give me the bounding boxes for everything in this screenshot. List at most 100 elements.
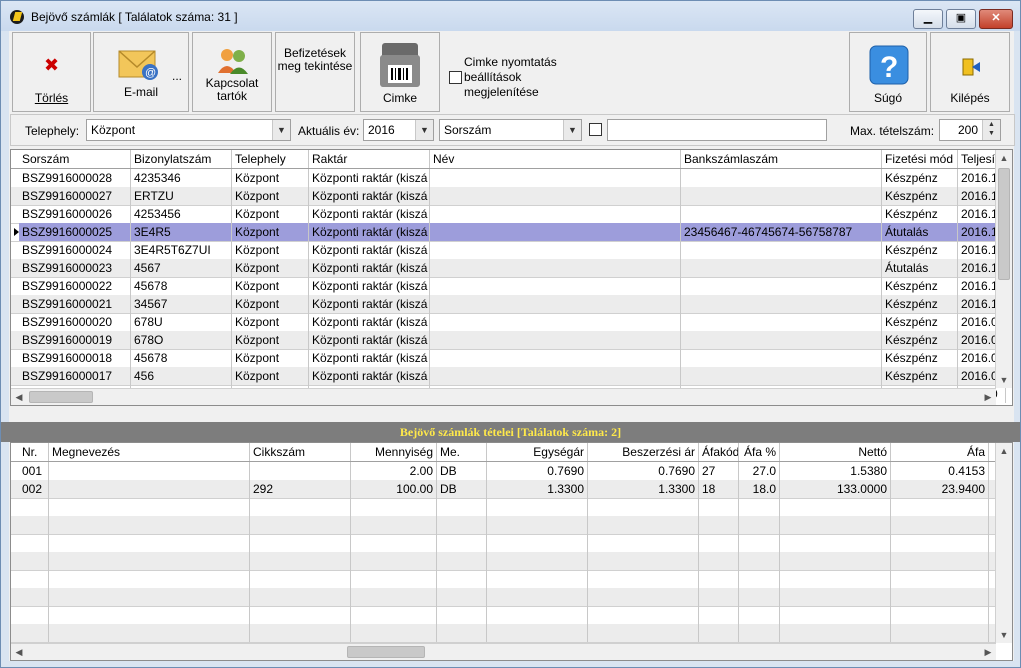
search-input[interactable] [607,119,827,141]
scroll-down-icon[interactable]: ▼ [996,627,1012,643]
column-header[interactable]: Fizetési mód [882,150,958,168]
table-cell [19,498,49,516]
table-cell: DB [437,462,487,480]
label-print-button[interactable]: Cimke [360,32,440,112]
scroll-left-icon[interactable]: ◀ [11,644,27,660]
order-select[interactable]: Sorszám ▼ [439,119,582,141]
table-cell [588,552,699,570]
items-horizontal-scrollbar[interactable]: ◀ ▶ [11,643,996,660]
items-vertical-scrollbar[interactable]: ▲ ▼ [995,443,1012,643]
column-header[interactable]: Áfa [891,443,989,461]
delete-label: Törlés [34,91,69,105]
table-cell [681,187,882,205]
exit-button[interactable]: Kilépés [930,32,1010,112]
table-row[interactable] [11,516,996,535]
table-cell: Központ [232,331,309,349]
table-row[interactable]: 002 292 100.00 DB 1.3300 1.3300 18 18.0 133.0000… [11,480,996,499]
minimize-button[interactable]: ▁ [913,9,943,29]
scroll-left-icon[interactable]: ◀ [11,389,27,405]
table-cell [739,606,780,624]
column-header[interactable]: Bankszámlaszám [681,150,882,168]
chevron-down-icon[interactable]: ▼ [563,120,581,140]
search-checkbox[interactable] [589,123,602,136]
column-header[interactable]: Áfakód [699,443,739,461]
label-settings-checkbox[interactable] [449,71,462,84]
column-header[interactable]: Egységár [487,443,588,461]
table-row[interactable]: 001 2.00 DB 0.7690 0.7690 27 27.0 1.5380 0.4153 [11,462,996,481]
year-value: 2016 [368,123,395,137]
table-row[interactable]: BSZ9916000019 678O Központ Központi raktár … [11,331,1006,350]
column-header[interactable]: Bizonylatszám [131,150,232,168]
column-header[interactable]: Áfa % [739,443,780,461]
table-row[interactable]: BSZ9916000026 4253456 Központ Központi rakt… [11,205,1006,224]
contacts-button[interactable]: Kapcsolat tartók [192,32,272,112]
table-cell [19,588,49,606]
table-row[interactable] [11,498,996,517]
column-header[interactable]: Nr. [19,443,49,461]
column-header[interactable]: Me. [437,443,487,461]
invoices-horizontal-scrollbar[interactable]: ◀ ▶ [11,388,996,405]
invoices-vertical-scrollbar[interactable]: ▲ ▼ [995,150,1012,388]
table-row[interactable]: BSZ9916000017 456 Központ Központi raktár (… [11,367,1006,386]
email-more[interactable]: ... [172,69,182,83]
scroll-down-icon[interactable]: ▼ [996,372,1012,388]
table-row[interactable]: BSZ9916000027 ERTZU Központ Központi raktár… [11,187,1006,206]
column-header[interactable]: Beszerzési ár [588,443,699,461]
table-row[interactable]: BSZ9916000025 3E4R5 Központ Központi raktár… [11,223,1006,242]
table-cell [430,223,681,241]
table-cell [250,624,351,642]
column-header[interactable]: Megnevezés [49,443,250,461]
column-header[interactable]: Telephely [232,150,309,168]
payments-button[interactable]: Befizetések meg tekintése [275,32,355,112]
maximize-button[interactable]: ▣ [946,9,976,29]
site-select[interactable]: Központ ▼ [86,119,291,141]
scroll-up-icon[interactable]: ▲ [996,150,1012,166]
title-bar[interactable]: Bejövő számlák [ Találatok száma: 31 ] ▁… [1,1,1020,31]
chevron-down-icon[interactable]: ▼ [415,120,433,140]
table-row[interactable] [11,534,996,553]
table-cell: BSZ9916000024 [19,241,131,259]
table-cell [19,570,49,588]
table-row[interactable] [11,552,996,571]
table-cell [780,498,891,516]
max-items-spinner[interactable]: 200 ▲ ▼ [939,119,1001,141]
table-cell [430,367,681,385]
table-row[interactable]: BSZ9916000023 4567 Központ Központi raktár … [11,259,1006,278]
table-row[interactable] [11,606,996,625]
email-button[interactable]: @ ... E-mail [93,32,189,112]
table-row[interactable]: BSZ9916000024 3E4R5T6Z7UI Központ Központi … [11,241,1006,260]
close-button[interactable]: ✕ [979,9,1013,29]
table-row[interactable]: BSZ9916000018 45678 Központ Központi raktár… [11,349,1006,368]
table-row[interactable]: BSZ9916000021 34567 Központ Központi raktár… [11,295,1006,314]
chevron-down-icon[interactable]: ▼ [272,120,290,140]
column-header[interactable]: Sorszám [19,150,131,168]
scroll-thumb[interactable] [347,646,425,658]
column-header[interactable]: Cikkszám [250,443,351,461]
column-header[interactable]: Nettó [780,443,891,461]
items-grid[interactable]: Nr. Megnevezés Cikkszám Mennyiség Me. Egységá… [10,442,1013,661]
table-row[interactable] [11,588,996,607]
scroll-right-icon[interactable]: ▶ [980,389,996,405]
scroll-right-icon[interactable]: ▶ [980,644,996,660]
scroll-thumb[interactable] [998,168,1010,280]
invoices-grid[interactable]: Sorszám Bizonylatszám Telephely Raktár Név Ba… [10,149,1013,406]
table-row[interactable]: BSZ9916000022 45678 Központ Központi raktár… [11,277,1006,296]
table-row[interactable]: BSZ9916000020 678U Központ Központi raktár … [11,313,1006,332]
table-cell [681,259,882,277]
help-button[interactable]: ? Súgó [849,32,927,112]
column-header[interactable]: Név [430,150,681,168]
scroll-thumb[interactable] [29,391,93,403]
column-header[interactable]: Mennyiség [351,443,437,461]
delete-icon: ✖ [44,55,60,75]
year-select[interactable]: 2016 ▼ [363,119,434,141]
spinner-arrows-icon[interactable]: ▲ ▼ [982,120,1000,140]
column-header[interactable]: Raktár [309,150,430,168]
table-row[interactable]: BSZ9916000028 4235346 Központ Központi rakt… [11,169,1006,188]
table-cell [437,606,487,624]
table-row[interactable] [11,624,996,643]
table-cell [250,534,351,552]
table-row[interactable] [11,570,996,589]
delete-button[interactable]: ✖ Törlés [12,32,91,112]
table-cell: Készpénz [882,205,958,223]
scroll-up-icon[interactable]: ▲ [996,443,1012,459]
